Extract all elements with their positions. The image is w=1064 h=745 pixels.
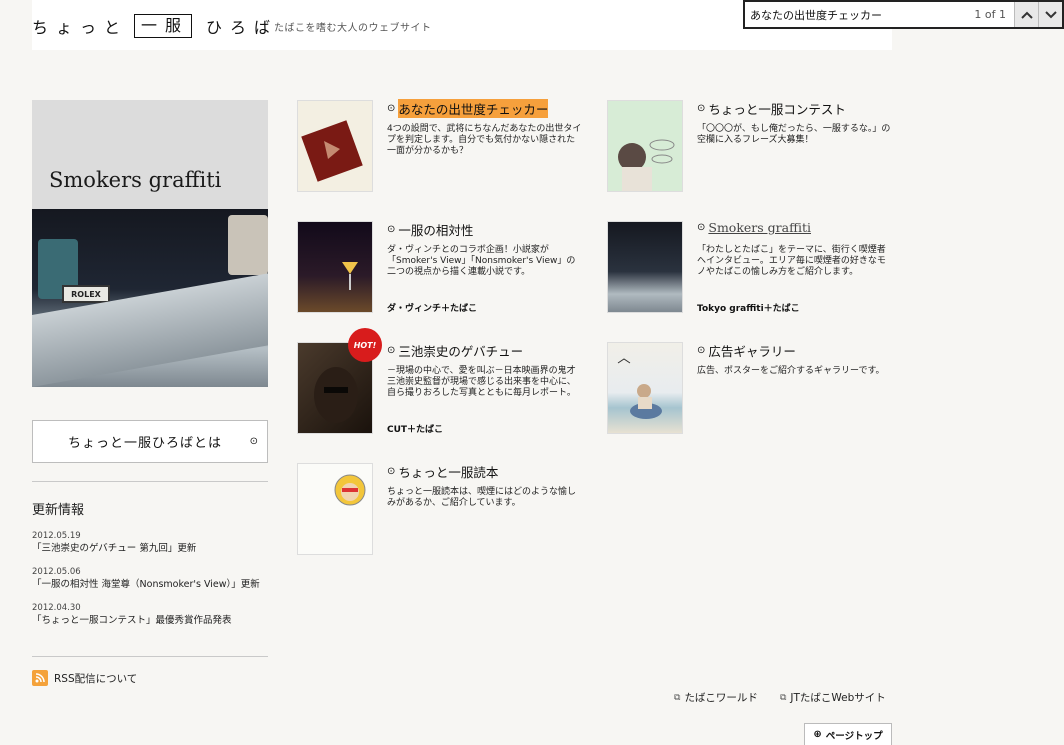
- arrow-up-circle-icon: ⊕: [813, 729, 822, 740]
- logo-text-2: ひろば: [206, 18, 279, 37]
- card-description: ちょっと一服読本は、喫煙にはどのような愉しみがあるか、ご紹介しています。: [387, 487, 577, 508]
- news-link[interactable]: 「一服の相対性 海堂尊（Nonsmoker's View）」更新: [32, 578, 272, 592]
- footer-link-label: たばこワールド: [684, 692, 758, 704]
- card-credit: CUT＋たばこ: [387, 425, 444, 435]
- card-title-text: ちょっと一服読本: [398, 465, 499, 480]
- divider: [32, 656, 268, 657]
- footer-link-jt-website[interactable]: ⧉ JTたばこWebサイト: [780, 690, 886, 705]
- card-title[interactable]: ⊙ ちょっと一服コンテスト: [697, 99, 846, 118]
- card-description: 「〇〇〇が、もし俺だったら、一服するな。」の空欄に入るフレーズ大募集！: [697, 124, 891, 145]
- news-list: 2012.05.19 「三池崇史のゲバチュー 第九回」更新 2012.05.06…: [32, 530, 272, 638]
- card-tokuhon[interactable]: ⊙ ちょっと一服読本 ちょっと一服読本は、喫煙にはどのような愉しみがあるか、ご紹…: [297, 463, 597, 558]
- card-thumbnail: [297, 463, 373, 555]
- bullet-icon: ⊙: [387, 224, 396, 235]
- card-smokers-graffiti[interactable]: ⊙ Smokers graffiti 「わたしとたばこ」をテーマに、街行く喫煙者…: [607, 220, 907, 316]
- card-credit: ダ・ヴィンチ＋たばこ: [387, 304, 478, 314]
- footer-links: ⧉ たばこワールド ⧉ JTたばこWebサイト: [674, 690, 908, 705]
- news-item: 2012.05.19 「三池崇史のゲバチュー 第九回」更新: [32, 530, 272, 556]
- smokers-graffiti-banner[interactable]: Smokers graffiti ROLEX: [32, 100, 268, 387]
- news-date: 2012.05.19: [32, 531, 81, 541]
- chevron-down-icon: [1044, 10, 1057, 18]
- bullet-icon: ⊙: [387, 103, 396, 114]
- find-next-button[interactable]: [1038, 2, 1062, 27]
- page-top-label: ページトップ: [825, 730, 883, 742]
- card-gebachu[interactable]: HOT! ⊙ 三池崇史のゲバチュー －現場の中心で、愛を叫ぶ－日本映画界の鬼才 …: [297, 328, 597, 437]
- footer-link-tabacco-world[interactable]: ⧉ たばこワールド: [674, 690, 758, 705]
- card-thumbnail: [607, 342, 683, 434]
- circle-arrow-icon: ⊙: [249, 436, 259, 447]
- about-label: ちょっと一服ひろばとは: [68, 436, 223, 451]
- card-contest[interactable]: ⊙ ちょっと一服コンテスト 「〇〇〇が、もし俺だったら、一服するな。」の空欄に入…: [607, 100, 907, 195]
- card-title[interactable]: ⊙ 広告ギャラリー: [697, 341, 796, 360]
- card-thumbnail: [297, 221, 373, 313]
- news-link[interactable]: 「三池崇史のゲバチュー 第九回」更新: [32, 542, 272, 556]
- bullet-icon: ⊙: [697, 345, 706, 356]
- card-title[interactable]: ⊙ あなたの出世度チェッカー: [387, 99, 549, 118]
- card-thumbnail: [297, 100, 373, 192]
- news-date: 2012.04.30: [32, 603, 81, 613]
- logo-boxed-text: 一服: [134, 14, 193, 38]
- news-date: 2012.05.06: [32, 567, 81, 577]
- card-title-text: 一服の相対性: [398, 223, 474, 238]
- find-input-value: あなたの出世度チェッカー: [750, 8, 882, 22]
- find-previous-button[interactable]: [1014, 2, 1038, 27]
- site-logo[interactable]: ちょっと 一服 ひろば: [32, 14, 278, 38]
- card-ad-gallery[interactable]: ⊙ 広告ギャラリー 広告、ポスターをご紹介するギャラリーです。: [607, 342, 907, 437]
- card-description: －現場の中心で、愛を叫ぶ－日本映画界の鬼才 三池崇史監督が現場で感じる出来事を中…: [387, 366, 576, 398]
- rss-link[interactable]: RSS配信について: [32, 670, 137, 686]
- external-link-icon: ⧉: [779, 692, 787, 703]
- page-top-button[interactable]: ⊕ ページトップ: [804, 723, 892, 745]
- card-title[interactable]: ⊙ 一服の相対性: [387, 220, 473, 239]
- bullet-icon: ⊙: [697, 222, 706, 233]
- card-thumbnail: [607, 221, 683, 313]
- card-title-text: あなたの出世度チェッカー: [398, 99, 549, 118]
- external-link-icon: ⧉: [674, 692, 681, 703]
- about-button[interactable]: ちょっと一服ひろばとは ⊙: [32, 420, 268, 463]
- logo-text-1: ちょっと: [32, 18, 129, 37]
- site-tagline: たばこを嗜む大人のウェブサイト: [274, 23, 432, 34]
- bullet-icon: ⊙: [387, 466, 396, 477]
- rss-icon: [32, 670, 48, 686]
- card-thumbnail: [607, 100, 683, 192]
- photo-sign: ROLEX: [62, 285, 110, 303]
- hot-badge: HOT!: [348, 328, 382, 362]
- card-title-text: Smokers graffiti: [708, 220, 811, 235]
- footer-link-label: JTたばこWebサイト: [790, 692, 886, 704]
- card-shusse-checker[interactable]: ⊙ あなたの出世度チェッカー 4つの設問で、武将にちなんだあなたの出世タイプを判…: [297, 99, 597, 195]
- news-item: 2012.05.06 「一服の相対性 海堂尊（Nonsmoker's View）…: [32, 566, 272, 592]
- news-link[interactable]: 「ちょっと一服コンテスト」最優秀賞作品発表: [32, 614, 272, 628]
- find-match-count: 1 of 1: [974, 8, 1006, 21]
- photo-light-2: [228, 215, 268, 275]
- find-bar: あなたの出世度チェッカー 1 of 1: [743, 0, 1064, 29]
- card-title[interactable]: ⊙ 三池崇史のゲバチュー: [387, 341, 523, 360]
- card-description: ダ・ヴィンチとのコラボ企画！小説家が「Smoker's View」「Nonsmo…: [387, 245, 576, 277]
- chevron-up-icon: [1020, 11, 1033, 19]
- news-heading: 更新情報: [32, 503, 85, 518]
- bullet-icon: ⊙: [697, 103, 706, 114]
- card-title-text: ちょっと一服コンテスト: [708, 102, 846, 117]
- card-credit: Tokyo graffiti＋たばこ: [697, 304, 800, 314]
- divider: [32, 481, 268, 482]
- card-description: 広告、ポスターをご紹介するギャラリーです。: [697, 366, 885, 376]
- card-description: 「わたしとたばこ」をテーマに、街行く喫煙者へインタビュー。エリア毎に喫煙者の好き…: [697, 245, 886, 277]
- rss-label: RSS配信について: [54, 672, 138, 685]
- card-title[interactable]: ⊙ Smokers graffiti: [697, 220, 811, 235]
- news-item: 2012.04.30 「ちょっと一服コンテスト」最優秀賞作品発表: [32, 602, 272, 628]
- card-title-text: 広告ギャラリー: [708, 344, 796, 359]
- card-souitaisei[interactable]: ⊙ 一服の相対性 ダ・ヴィンチとのコラボ企画！小説家が「Smoker's Vie…: [297, 221, 597, 316]
- card-title[interactable]: ⊙ ちょっと一服読本: [387, 462, 498, 481]
- find-input[interactable]: あなたの出世度チェッカー 1 of 1: [745, 2, 1014, 27]
- bullet-icon: ⊙: [387, 345, 396, 356]
- banner-title: Smokers graffiti: [49, 168, 222, 192]
- banner-photo: ROLEX: [32, 209, 268, 387]
- card-title-text: 三池崇史のゲバチュー: [398, 344, 524, 359]
- card-description: 4つの設問で、武将にちなんだあなたの出世タイプを判定します。自分でも気付かない隠…: [387, 124, 582, 156]
